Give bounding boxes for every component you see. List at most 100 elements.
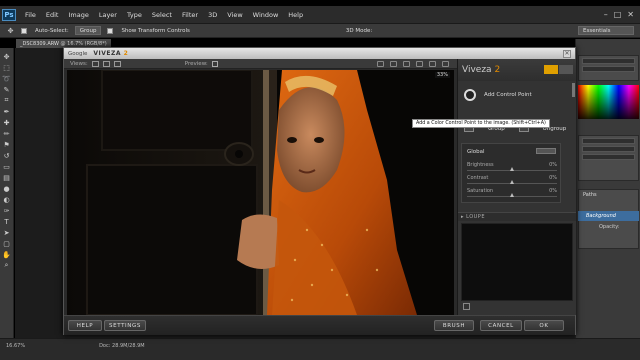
brush-icon[interactable]: ✏ — [2, 129, 11, 138]
window-controls: – □ ✕ — [604, 10, 640, 19]
bw-icon[interactable] — [442, 60, 449, 67]
loupe-header[interactable]: ▸ LOUPE — [458, 212, 576, 221]
adjustments-row[interactable] — [582, 154, 635, 160]
crop-icon[interactable]: ⌗ — [2, 96, 11, 105]
add-control-point-icon[interactable] — [464, 89, 476, 101]
options-bar: ✥ Auto-Select: Group Show Transform Cont… — [0, 24, 640, 38]
paths-tab[interactable]: Paths — [583, 192, 597, 198]
close-button[interactable]: ✕ — [627, 10, 634, 19]
menu-window[interactable]: Window — [248, 11, 284, 19]
menu-layer[interactable]: Layer — [94, 11, 122, 19]
side-by-side-view-icon[interactable] — [113, 60, 121, 67]
viveza-dialog: Google VIVEZA 2 ✕ Views: Preview: 33% Vi… — [63, 47, 576, 335]
ok-button[interactable]: OK — [524, 320, 564, 331]
menu-type[interactable]: Type — [122, 11, 147, 19]
3d-mode-label: 3D Mode: — [345, 27, 373, 34]
fit-icon[interactable] — [416, 60, 423, 67]
viveza-title-version: 2 — [123, 50, 129, 57]
brightness-value: 0% — [549, 162, 557, 168]
blur-icon[interactable]: ● — [2, 184, 11, 193]
move-icon[interactable]: ✥ — [2, 52, 11, 61]
menu-help[interactable]: Help — [283, 11, 308, 19]
add-control-point-tooltip: Add a Color Control Point to the image. … — [412, 119, 550, 128]
slider-thumb[interactable] — [509, 193, 514, 197]
hand-icon[interactable]: ✋ — [2, 250, 11, 259]
global-title: Global — [467, 149, 485, 155]
global-adjustments: Global Brightness 0% Contrast 0% Saturat… — [461, 143, 561, 203]
global-options-buttons[interactable] — [536, 148, 556, 154]
slider-thumb[interactable] — [509, 167, 514, 171]
google-label: Google — [68, 50, 88, 57]
eraser-icon[interactable]: ▭ — [2, 162, 11, 171]
zoom-icon[interactable] — [390, 60, 397, 67]
hand-icon[interactable] — [377, 60, 384, 67]
slider-thumb[interactable] — [509, 180, 514, 184]
pen-icon[interactable]: ✑ — [2, 206, 11, 215]
auto-select-dropdown[interactable]: Group — [74, 26, 102, 35]
auto-select-label: Auto-Select: — [35, 27, 69, 34]
adjustments-row[interactable] — [582, 146, 635, 152]
lasso-icon[interactable]: ➰ — [2, 74, 11, 83]
background-color-icon[interactable] — [429, 60, 436, 67]
control-panel: Viveza 2 Add Control Point Group Ungroup… — [457, 59, 576, 315]
color-panel — [578, 55, 639, 81]
doc-size: Doc: 28.9M/28.9M — [99, 343, 145, 349]
shape-icon[interactable]: ▢ — [2, 239, 11, 248]
marquee-icon[interactable]: ⬚ — [2, 63, 11, 72]
menu-file[interactable]: File — [20, 11, 41, 19]
stamp-icon[interactable]: ⚑ — [2, 140, 11, 149]
cancel-button[interactable]: CANCEL — [480, 320, 522, 331]
brightness-slider[interactable]: Brightness 0% — [467, 162, 557, 172]
panel-scrollbar[interactable] — [572, 83, 575, 97]
zoom-out-icon[interactable] — [403, 60, 410, 67]
zoom-icon[interactable]: ⌕ — [2, 261, 11, 270]
saturation-label: Saturation — [467, 188, 494, 194]
zoom-level[interactable]: 16.67% — [6, 343, 25, 349]
move-tool-icon[interactable]: ✥ — [6, 26, 15, 35]
menu-select[interactable]: Select — [147, 11, 177, 19]
quick-select-icon[interactable]: ✎ — [2, 85, 11, 94]
color-spectrum[interactable] — [578, 85, 639, 119]
split-view-icon[interactable] — [102, 60, 110, 67]
preview-image[interactable]: 33% — [67, 70, 454, 315]
history-brush-icon[interactable]: ↺ — [2, 151, 11, 160]
dialog-footer: HELP SETTINGS BRUSH CANCEL OK — [64, 315, 575, 335]
saturation-value: 0% — [549, 188, 557, 194]
path-select-icon[interactable]: ➤ — [2, 228, 11, 237]
preview-checkbox[interactable] — [211, 60, 218, 67]
eyedropper-icon[interactable]: ✒ — [2, 107, 11, 116]
menu-3d[interactable]: 3D — [203, 11, 222, 19]
menu-filter[interactable]: Filter — [177, 11, 203, 19]
viveza-close-icon[interactable]: ✕ — [563, 49, 571, 58]
contrast-slider[interactable]: Contrast 0% — [467, 175, 557, 185]
color-field-r[interactable] — [582, 58, 635, 64]
layer-background[interactable]: Background — [578, 211, 639, 221]
healing-icon[interactable]: ✚ — [2, 118, 11, 127]
minimize-button[interactable]: – — [604, 10, 608, 19]
view-tools — [377, 60, 457, 67]
panel-title: Viveza 2 — [462, 65, 500, 75]
color-field-g[interactable] — [582, 66, 635, 72]
single-view-icon[interactable] — [91, 60, 99, 67]
menu-image[interactable]: Image — [63, 11, 93, 19]
type-icon[interactable]: T — [2, 217, 11, 226]
brush-button[interactable]: BRUSH — [434, 320, 474, 331]
menu-edit[interactable]: Edit — [41, 11, 64, 19]
gradient-icon[interactable]: ▤ — [2, 173, 11, 182]
show-transform-checkbox[interactable] — [107, 27, 114, 34]
help-button[interactable]: HELP — [68, 320, 102, 331]
view-bar: Views: Preview: — [64, 59, 457, 69]
adjustments-row[interactable] — [582, 138, 635, 144]
auto-select-checkbox[interactable] — [21, 27, 27, 34]
loupe-pin-icon[interactable] — [463, 303, 470, 310]
dodge-icon[interactable]: ◐ — [2, 195, 11, 204]
viveza-title: VIVEZA 2 — [93, 50, 128, 57]
google-badge-icon — [559, 65, 573, 74]
menu-view[interactable]: View — [222, 11, 247, 19]
panel-title-text: Viveza — [462, 65, 492, 75]
workspace-dropdown[interactable]: Essentials — [578, 26, 634, 35]
saturation-slider[interactable]: Saturation 0% — [467, 188, 557, 198]
settings-button[interactable]: SETTINGS — [104, 320, 146, 331]
right-panels: Paths Opacity: Background — [575, 39, 640, 338]
maximize-button[interactable]: □ — [614, 10, 622, 19]
